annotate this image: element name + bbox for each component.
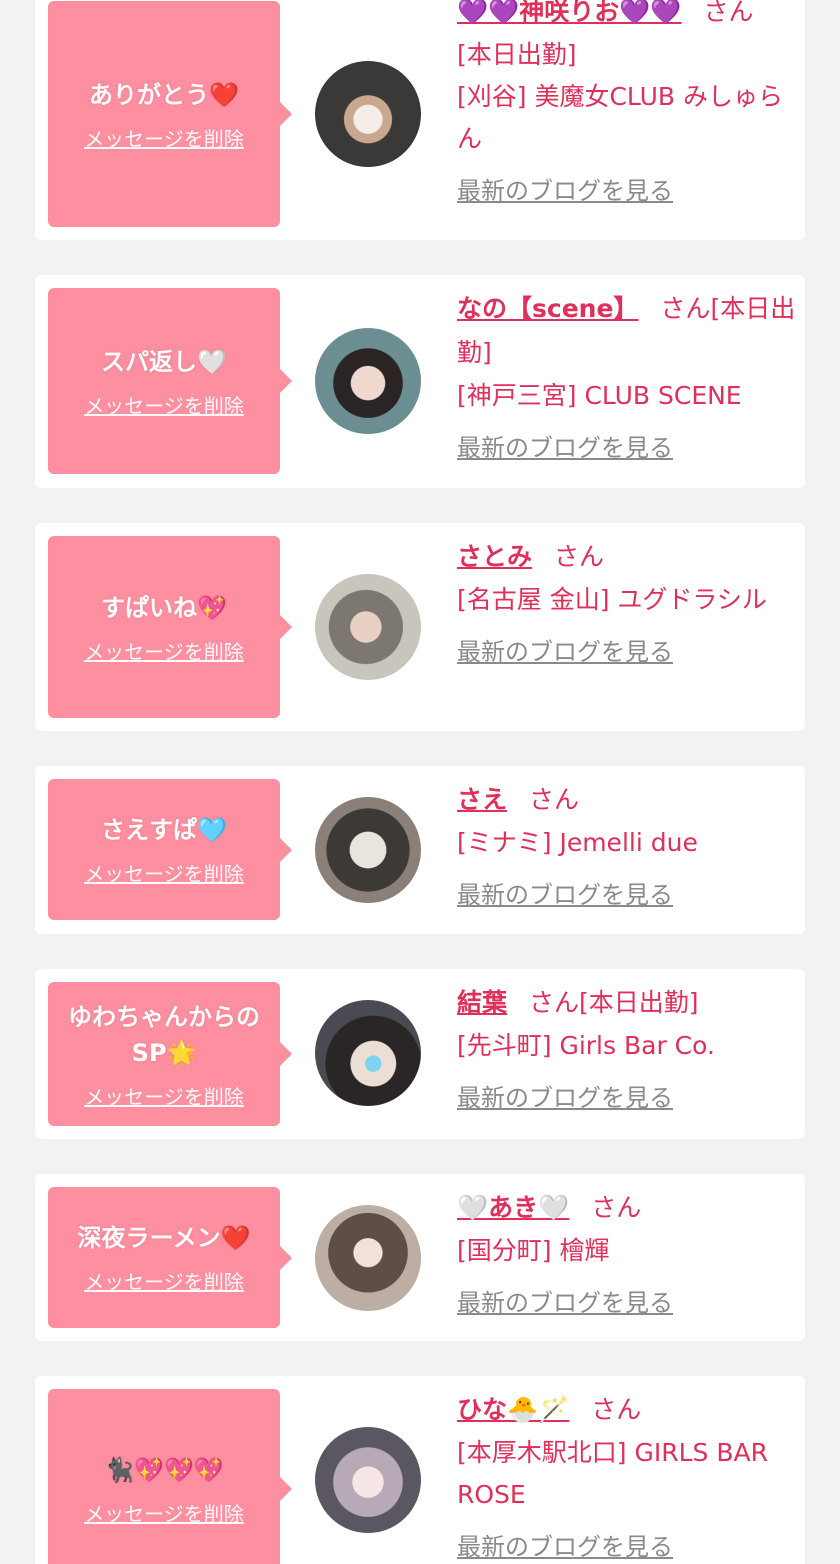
avatar[interactable] (315, 1427, 421, 1533)
work-status: [本日出勤] (579, 988, 699, 1017)
cast-name-link[interactable]: 💜💜神咲りお💜💜 (457, 0, 682, 26)
message-bubble: さえすぱ🩵 メッセージを削除 (48, 779, 292, 920)
shop-detail: [刈谷] 美魔女CLUB みしゅらん (457, 82, 783, 153)
delete-message-link[interactable]: メッセージを削除 (84, 858, 244, 887)
shop-detail: [本厚木駅北口] GIRLS BAR ROSE (457, 1438, 768, 1509)
message-text: 深夜ラーメン❤️ (77, 1224, 251, 1252)
cast-name-link[interactable]: なの【scene】 (457, 294, 638, 323)
delete-message-link[interactable]: メッセージを削除 (84, 1498, 244, 1527)
message-bubble: すぱいね💖 メッセージを削除 (48, 536, 292, 718)
message-bubble: 深夜ラーメン❤️ メッセージを削除 (48, 1187, 292, 1328)
honorific: さん (529, 988, 580, 1017)
name-line: なの【scene】 さん[本日出勤] (457, 287, 802, 375)
message-bubble: スパ返し🤍 メッセージを削除 (48, 288, 292, 474)
message-text: 🐈‍⬛💖💖💖 (104, 1455, 224, 1484)
cast-info: さえ さん [ミナミ] Jemelli due 最新のブログを見る (457, 778, 802, 916)
latest-blog-link[interactable]: 最新のブログを見る (457, 170, 802, 212)
message-text: スパ返し🤍 (101, 347, 227, 376)
shop-detail: [本日出勤] (457, 40, 577, 69)
latest-blog-link[interactable]: 最新のブログを見る (457, 1077, 802, 1119)
message-card: さえすぱ🩵 メッセージを削除 さえ さん [ミナミ] Jemelli due 最新のブログ… (35, 766, 805, 934)
cast-info: 結葉 さん[本日出勤] [先斗町] Girls Bar Co. 最新のブログを見る (457, 981, 802, 1119)
message-card: 🐈‍⬛💖💖💖 メッセージを削除 ひな🐣🪄 さん [本厚木駅北口] GIRLS BAR R… (35, 1376, 805, 1564)
name-line: さとみ さん (457, 535, 802, 579)
shop-detail: [神戸三宮] CLUB SCENE (457, 381, 742, 410)
name-line: 🤍あき🤍 さん (457, 1186, 802, 1230)
honorific: さん (554, 542, 605, 571)
message-card: すぱいね💖 メッセージを削除 さとみ さん [名古屋 金山] ユグドラシル最新のブログを… (35, 523, 805, 731)
honorific: さん (703, 0, 754, 26)
avatar[interactable] (315, 574, 421, 680)
avatar[interactable] (315, 1000, 421, 1106)
cast-name-link[interactable]: さえ (457, 785, 507, 814)
cast-info: 🤍あき🤍 さん [国分町] 檜輝最新のブログを見る (457, 1186, 802, 1324)
delete-message-link[interactable]: メッセージを削除 (84, 636, 244, 665)
message-text: ゆわちゃんからのSP🌟 (68, 1002, 260, 1067)
message-card: ありがとう❤️ メッセージを削除 💜💜神咲りお💜💜 さん [本日出勤] [刈谷] 美魔女C… (35, 0, 805, 240)
delete-message-link[interactable]: メッセージを削除 (84, 1081, 244, 1110)
message-text: ありがとう❤️ (89, 80, 239, 109)
shop-detail: [名古屋 金山] ユグドラシル (457, 585, 767, 614)
name-line: さえ さん (457, 778, 802, 822)
message-bubble: ありがとう❤️ メッセージを削除 (48, 1, 292, 227)
shop-detail: [ミナミ] Jemelli due (457, 828, 698, 857)
avatar[interactable] (315, 61, 421, 167)
name-line: 結葉 さん[本日出勤] (457, 981, 802, 1025)
honorific: さん (660, 294, 711, 323)
shop-detail: [先斗町] Girls Bar Co. (457, 1031, 715, 1060)
latest-blog-link[interactable]: 最新のブログを見る (457, 874, 802, 916)
message-bubble: ゆわちゃんからのSP🌟 メッセージを削除 (48, 982, 292, 1126)
delete-message-link[interactable]: メッセージを削除 (84, 1266, 244, 1295)
delete-message-link[interactable]: メッセージを削除 (84, 123, 244, 152)
honorific: さん (529, 785, 580, 814)
message-card: 深夜ラーメン❤️ メッセージを削除 🤍あき🤍 さん [国分町] 檜輝最新のブログを見る (35, 1174, 805, 1341)
message-card: ゆわちゃんからのSP🌟 メッセージを削除 結葉 さん[本日出勤] [先斗町] Girls… (35, 969, 805, 1139)
honorific: さん (591, 1193, 642, 1222)
cast-name-link[interactable]: さとみ (457, 542, 532, 571)
message-text: さえすぱ🩵 (101, 816, 227, 844)
message-list: ありがとう❤️ メッセージを削除 💜💜神咲りお💜💜 さん [本日出勤] [刈谷] 美魔女C… (0, 0, 840, 1564)
message-bubble: 🐈‍⬛💖💖💖 メッセージを削除 (48, 1389, 292, 1564)
message-card: スパ返し🤍 メッセージを削除 なの【scene】 さん[本日出勤] [神戸三宮] CLU… (35, 275, 805, 488)
cast-name-link[interactable]: ひな🐣🪄 (457, 1395, 569, 1424)
cast-info: ひな🐣🪄 さん [本厚木駅北口] GIRLS BAR ROSE 最新のブログを見る (457, 1388, 802, 1564)
cast-name-link[interactable]: 結葉 (457, 988, 507, 1017)
latest-blog-link[interactable]: 最新のブログを見る (457, 631, 802, 673)
message-text: すぱいね💖 (101, 593, 227, 622)
latest-blog-link[interactable]: 最新のブログを見る (457, 427, 802, 469)
avatar[interactable] (315, 328, 421, 434)
avatar[interactable] (315, 1205, 421, 1311)
cast-info: 💜💜神咲りお💜💜 さん [本日出勤] [刈谷] 美魔女CLUB みしゅらん最新のブログ… (457, 0, 802, 212)
cast-info: なの【scene】 さん[本日出勤] [神戸三宮] CLUB SCENE 最新のブログ… (457, 287, 802, 469)
avatar[interactable] (315, 797, 421, 903)
latest-blog-link[interactable]: 最新のブログを見る (457, 1526, 802, 1564)
honorific: さん (591, 1395, 642, 1424)
cast-info: さとみ さん [名古屋 金山] ユグドラシル最新のブログを見る (457, 535, 802, 673)
shop-detail: [国分町] 檜輝 (457, 1236, 610, 1265)
latest-blog-link[interactable]: 最新のブログを見る (457, 1282, 802, 1324)
name-line: ひな🐣🪄 さん (457, 1388, 802, 1432)
delete-message-link[interactable]: メッセージを削除 (84, 390, 244, 419)
cast-name-link[interactable]: 🤍あき🤍 (457, 1193, 569, 1222)
name-line: 💜💜神咲りお💜💜 さん (457, 0, 802, 34)
